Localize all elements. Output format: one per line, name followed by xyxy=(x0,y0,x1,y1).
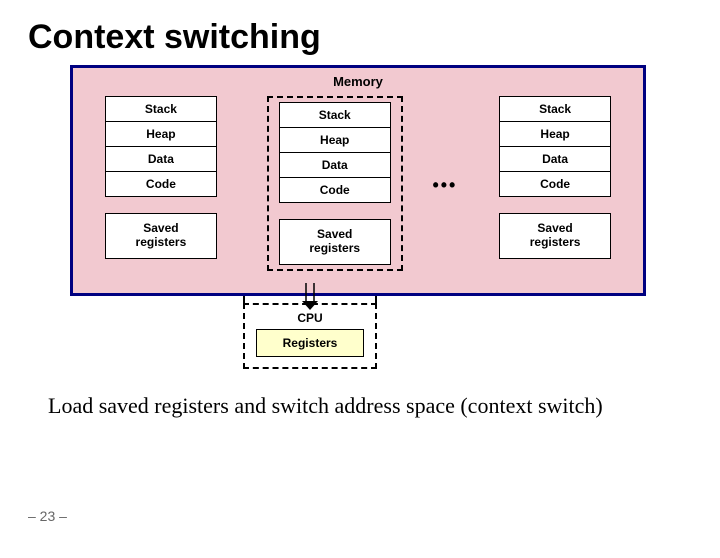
saved-registers-cell: Savedregisters xyxy=(105,214,216,259)
process-table: Stack Heap Data Code Savedregisters Stac… xyxy=(73,93,643,279)
memory-container: Memory Stack Heap Data Code Savedregiste… xyxy=(70,65,646,296)
body-text: Load saved registers and switch address … xyxy=(48,393,680,419)
segment-table: Stack Heap Data Code Savedregisters xyxy=(279,102,391,265)
dash-connector xyxy=(243,296,377,303)
seg-cell: Heap xyxy=(500,122,611,147)
seg-cell: Stack xyxy=(500,97,611,122)
process-column: Stack Heap Data Code Savedregisters xyxy=(75,95,247,277)
ellipsis: ••• xyxy=(423,95,468,277)
seg-cell: Heap xyxy=(105,122,216,147)
seg-cell: Stack xyxy=(105,97,216,122)
memory-label: Memory xyxy=(73,74,643,89)
seg-cell: Code xyxy=(500,172,611,197)
active-process-dashbox: Stack Heap Data Code Savedregisters xyxy=(267,96,403,271)
process-column: Stack Heap Data Code Savedregisters xyxy=(469,95,641,277)
saved-registers-cell: Savedregisters xyxy=(279,220,390,265)
segment-table: Stack Heap Data Code Savedregisters xyxy=(105,96,217,259)
seg-cell: Stack xyxy=(279,103,390,128)
slide-number: – 23 – xyxy=(28,508,67,524)
segment-table: Stack Heap Data Code Savedregisters xyxy=(499,96,611,259)
seg-cell: Data xyxy=(105,147,216,172)
cpu-label: CPU xyxy=(256,311,364,325)
seg-cell: Heap xyxy=(279,128,390,153)
seg-cell: Code xyxy=(105,172,216,197)
page-title: Context switching xyxy=(28,18,720,57)
seg-cell: Data xyxy=(279,153,390,178)
saved-registers-cell: Savedregisters xyxy=(500,214,611,259)
cpu-registers-cell: Registers xyxy=(257,329,364,356)
seg-cell: Data xyxy=(500,147,611,172)
ellipsis-dots: ••• xyxy=(432,175,457,195)
cpu-register-table: Registers xyxy=(256,329,364,357)
cpu-assembly: CPU Registers xyxy=(243,296,377,369)
process-column-active: Stack Heap Data Code Savedregisters xyxy=(249,95,421,277)
seg-cell: Code xyxy=(279,178,390,203)
cpu-dashbox: CPU Registers xyxy=(243,303,377,369)
